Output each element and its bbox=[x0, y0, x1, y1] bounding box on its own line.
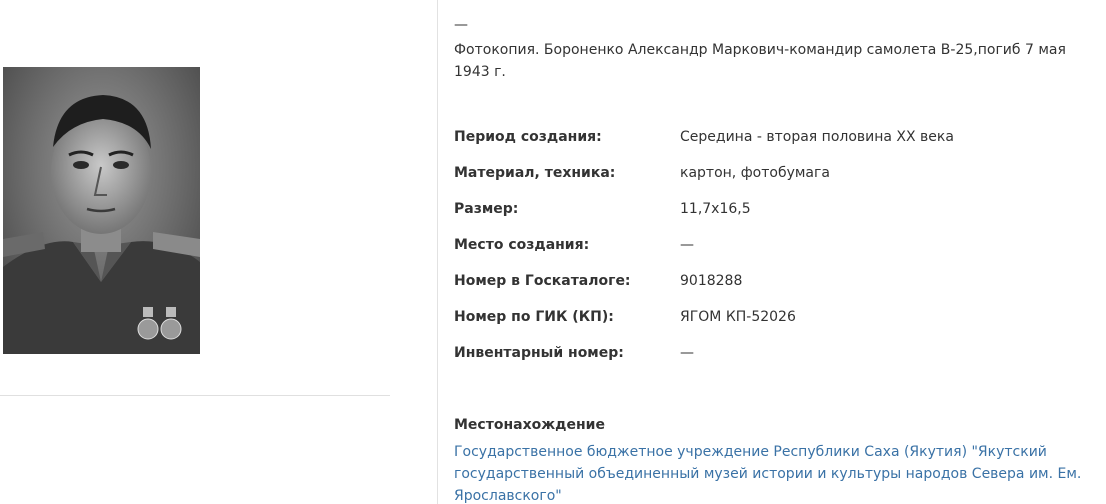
attr-row-goskatalog: Номер в Госкаталоге: 9018288 bbox=[454, 270, 1104, 292]
attr-row-period: Период создания: Середина - вторая полов… bbox=[454, 126, 1104, 148]
attr-value: ЯГОМ КП-52026 bbox=[680, 309, 796, 325]
attr-label: Номер по ГИК (КП): bbox=[454, 309, 614, 325]
attr-row-place: Место создания: — bbox=[454, 234, 1104, 256]
attr-value: 11,7x16,5 bbox=[680, 201, 751, 217]
attr-value: картон, фотобумага bbox=[680, 165, 830, 181]
museum-link[interactable]: Государственное бюджетное учреждение Рес… bbox=[454, 441, 1104, 504]
attr-row-material: Материал, техника: картон, фотобумага bbox=[454, 162, 1104, 184]
attr-label: Инвентарный номер: bbox=[454, 345, 624, 361]
description-dash: — bbox=[454, 17, 468, 33]
image-panel bbox=[0, 0, 437, 504]
attr-label: Номер в Госкаталоге: bbox=[454, 273, 631, 289]
attr-label: Размер: bbox=[454, 201, 519, 217]
attr-value: — bbox=[680, 345, 694, 361]
exhibit-photo[interactable] bbox=[3, 67, 200, 354]
portrait-photo-icon bbox=[3, 67, 200, 354]
attr-row-gik: Номер по ГИК (КП): ЯГОМ КП-52026 bbox=[454, 306, 1104, 328]
attr-label: Место создания: bbox=[454, 237, 590, 253]
exhibit-description: Фотокопия. Бороненко Александр Маркович-… bbox=[454, 42, 1066, 80]
attr-value: Середина - вторая половина XX века bbox=[680, 129, 954, 145]
attr-value: 9018288 bbox=[680, 273, 743, 289]
attr-value: — bbox=[680, 237, 694, 253]
left-divider bbox=[0, 395, 390, 396]
exhibit-page: — Фотокопия. Бороненко Александр Маркови… bbox=[0, 0, 1106, 504]
location-heading: Местонахождение bbox=[454, 417, 605, 433]
attr-label: Материал, техника: bbox=[454, 165, 616, 181]
attr-row-size: Размер: 11,7x16,5 bbox=[454, 198, 1104, 220]
attr-label: Период создания: bbox=[454, 129, 602, 145]
column-divider bbox=[437, 0, 438, 504]
attr-row-inventory: Инвентарный номер: — bbox=[454, 342, 1104, 364]
